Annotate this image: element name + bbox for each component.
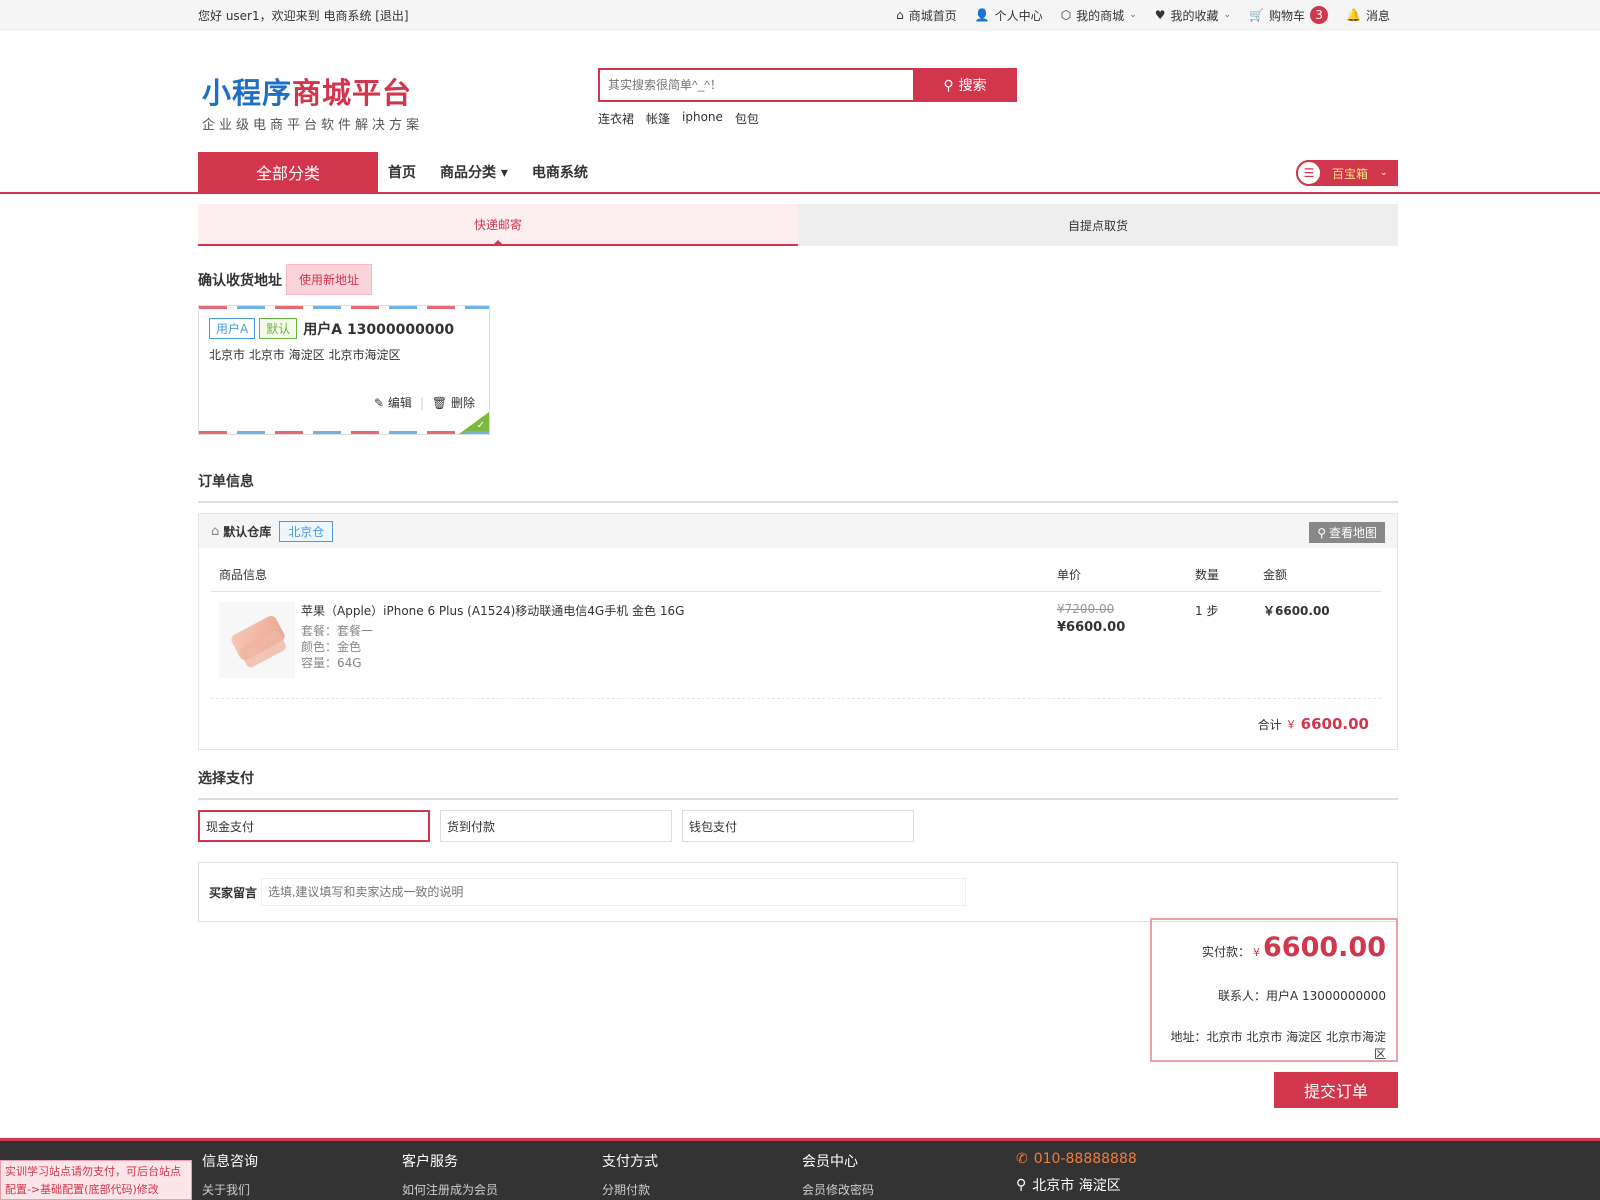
summary-address: 地址：北京市 北京市 海淀区 北京市海淀区 <box>1170 1030 1386 1061</box>
cube-icon: ⬡ <box>1060 8 1072 22</box>
top-bar: 您好 user1，欢迎来到 电商系统 [退出] ⌂ 商城首页 👤 个人中心 ⬡ 我的商… <box>0 0 1600 30</box>
footer-phone: ✆ 010-88888888 <box>1016 1151 1137 1167</box>
original-price: ¥7200.00 <box>1057 602 1115 616</box>
welcome-text: 您好 user1，欢迎来到 电商系统 [退出] <box>198 8 409 23</box>
delivery-tabs: 快递邮寄 自提点取货 <box>198 204 1398 246</box>
search-input[interactable] <box>598 68 913 102</box>
chevron-down-icon: ⌄ <box>1223 10 1232 20</box>
trash-icon: 🗑 <box>431 396 448 410</box>
top-link-home[interactable]: ⌂ 商城首页 <box>896 7 957 24</box>
hot-keyword[interactable]: 帐篷 <box>646 110 670 127</box>
bell-icon: 🔔 <box>1346 8 1361 22</box>
address-detail: 北京市 北京市 海淀区 北京市海淀区 <box>209 348 401 362</box>
warehouse-label: 默认仓库 <box>223 524 272 539</box>
logo-tagline: 企业级电商平台软件解决方案 <box>202 118 424 133</box>
address-name-phone: 用户A 13000000000 <box>303 321 455 338</box>
product-thumbnail[interactable] <box>219 602 295 678</box>
check-icon: ✓ <box>476 420 485 431</box>
cart-icon: 🛒 <box>1249 8 1265 22</box>
view-map-button[interactable]: ⚲ 查看地图 <box>1309 522 1385 543</box>
footer-location: ⚲ 北京市 海淀区 <box>1016 1177 1121 1194</box>
main-nav: 全部分类 首页 商品分类 ▾ 电商系统 ☰ 百宝箱 ⌄ <box>0 152 1600 194</box>
footer: 信息咨询 关于我们 客户服务 如何注册成为会员 支付方式 分期付款 会员中心 会… <box>0 1138 1600 1200</box>
heart-icon: ♥ <box>1154 8 1166 22</box>
phone-icon: ✆ <box>1016 1151 1028 1167</box>
hot-keywords: 连衣裙 帐篷 iphone 包包 <box>598 110 1017 127</box>
payment-option-wallet[interactable]: 钱包支付 <box>682 810 914 842</box>
search-icon: ⚲ <box>943 76 954 93</box>
warehouse-icon: ⌂ <box>211 523 220 539</box>
address-card[interactable]: 用户A 默认 用户A 13000000000 北京市 北京市 海淀区 北京市海淀… <box>198 305 490 435</box>
search-button[interactable]: ⚲ 搜索 <box>913 68 1017 102</box>
top-link-my-shop[interactable]: ⬡ 我的商城 ⌄ <box>1061 7 1137 24</box>
product-name[interactable]: 苹果（Apple）iPhone 6 Plus (A1524)移动联通电信4G手机… <box>301 602 684 619</box>
product-attr: 容量：64G <box>301 656 362 670</box>
top-link-cart[interactable]: 🛒 购物车 3 <box>1249 6 1329 24</box>
quantity: 1 步 <box>1195 604 1219 618</box>
map-pin-icon: ⚲ <box>1317 525 1326 540</box>
footer-col-payment: 支付方式 分期付款 <box>602 1154 658 1197</box>
footer-col-member: 会员中心 会员修改密码 <box>802 1154 875 1197</box>
edit-icon: ✎ <box>373 396 385 410</box>
unit-price: ¥6600.00 <box>1057 620 1126 635</box>
goods-table: 商品信息 单价 数量 金额 苹果（Apple）iPhone 6 Plus (A1… <box>211 548 1381 749</box>
address-alias-tag: 用户A <box>209 318 256 339</box>
payment-options: 现金支付 货到付款 钱包支付 <box>198 810 1398 842</box>
default-tag: 默认 <box>259 318 298 339</box>
nav-link-categories[interactable]: 商品分类 ▾ <box>440 162 508 182</box>
cart-count-badge: 3 <box>1310 6 1329 24</box>
all-categories-button[interactable]: 全部分类 <box>198 152 378 192</box>
caret-down-icon: ▾ <box>500 165 508 181</box>
warehouse-tag: 北京仓 <box>279 520 334 542</box>
hot-keyword[interactable]: 连衣裙 <box>598 110 634 127</box>
summary-contact: 联系人：用户A 13000000000 <box>1217 989 1386 1003</box>
hot-keyword[interactable]: 包包 <box>735 110 759 127</box>
search-area: ⚲搜索 连衣裙 帐篷 iphone 包包 <box>598 68 1017 127</box>
edit-address-link[interactable]: ✎ 编辑 <box>374 394 412 411</box>
footer-col-service: 客户服务 如何注册成为会员 <box>402 1154 499 1197</box>
order-summary: 实付款： ¥ 6600.00 联系人：用户A 13000000000 地址：北京… <box>1150 918 1398 1062</box>
buyer-message-label: 买家留言 <box>209 885 258 900</box>
top-link-messages[interactable]: 🔔 消息 <box>1346 7 1390 24</box>
checkout-main: 快递邮寄 自提点取货 确认收货地址 使用新地址 用户A 默认 用户A 13000… <box>198 204 1398 1108</box>
subtotal-value: 6600.00 <box>1300 715 1369 733</box>
site-logo[interactable]: 小程序商城平台 企业级电商平台软件解决方案 <box>202 70 423 133</box>
table-row: 苹果（Apple）iPhone 6 Plus (A1524)移动联通电信4G手机… <box>211 592 1381 699</box>
subtotal-row: 合计 ￥ 6600.00 <box>1257 715 1369 733</box>
product-attr: 颜色：金色 <box>301 640 362 654</box>
user-icon: 👤 <box>974 8 990 22</box>
header: 小程序商城平台 企业级电商平台软件解决方案 ⚲搜索 连衣裙 帐篷 iphone … <box>0 30 1600 152</box>
tab-self-pickup[interactable]: 自提点取货 <box>798 204 1398 246</box>
hot-keyword[interactable]: iphone <box>682 110 723 127</box>
buyer-message-input[interactable] <box>261 878 967 906</box>
chevron-down-icon: ⌄ <box>1380 168 1388 178</box>
total-payable: 6600.00 <box>1263 932 1386 963</box>
address-section-title: 确认收货地址 <box>198 272 282 289</box>
buyer-message-box: 买家留言 <box>198 862 1398 922</box>
line-amount: ￥6600.00 <box>1263 604 1330 618</box>
delete-address-link[interactable]: 🗑 删除 <box>432 394 475 411</box>
product-attr: 套餐：套餐一 <box>301 624 374 638</box>
nav-link-ecommerce[interactable]: 电商系统 <box>532 162 588 182</box>
nav-link-home[interactable]: 首页 <box>388 162 416 182</box>
payment-option-cod[interactable]: 货到付款 <box>440 810 672 842</box>
payment-section-title: 选择支付 <box>198 768 1398 800</box>
treasure-box-button[interactable]: ☰ 百宝箱 ⌄ <box>1296 160 1398 186</box>
warehouse-block: ⌂ 默认仓库 北京仓 ⚲ 查看地图 商品信息 单价 数量 金额 苹果（Apple）… <box>198 513 1398 750</box>
chevron-down-icon: ⌄ <box>1129 10 1137 20</box>
footer-col-info: 信息咨询 关于我们 <box>202 1154 258 1197</box>
tab-express[interactable]: 快递邮寄 <box>198 204 798 246</box>
submit-order-button[interactable]: 提交订单 <box>1274 1072 1398 1108</box>
use-new-address-button[interactable]: 使用新地址 <box>286 264 373 295</box>
top-link-favorites[interactable]: ♥ 我的收藏 ⌄ <box>1155 7 1231 24</box>
site-notice: 实训学习站点请勿支付，可后台站点配置->基础配置(底部代码)修改 <box>0 1160 192 1200</box>
goods-table-header: 商品信息 单价 数量 金额 <box>211 548 1381 592</box>
payment-option-cash[interactable]: 现金支付 <box>198 810 430 842</box>
top-links: ⌂ 商城首页 👤 个人中心 ⬡ 我的商城 ⌄ ♥ 我的收藏 ⌄ 🛒 购物车 3 🔔 消息 <box>896 6 1398 24</box>
top-link-user-center[interactable]: 👤 个人中心 <box>975 7 1043 24</box>
sliders-icon: ☰ <box>1296 160 1322 186</box>
map-pin-icon: ⚲ <box>1016 1177 1027 1193</box>
order-info-title: 订单信息 <box>198 471 1398 503</box>
home-icon: ⌂ <box>896 8 904 22</box>
